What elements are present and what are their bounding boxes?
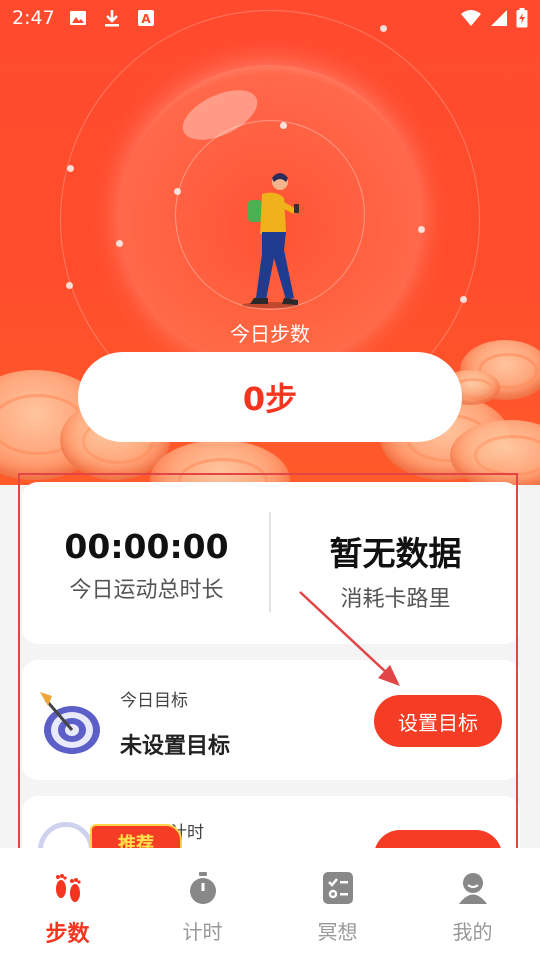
nav-label-profile: 我的 xyxy=(452,920,493,944)
nav-item-meditation[interactable]: 冥想 xyxy=(270,848,405,960)
steps-count: 0步 xyxy=(242,380,298,418)
svg-text:A: A xyxy=(141,12,151,26)
steps-count-pill: 0步 xyxy=(78,352,462,442)
set-goal-button[interactable]: 设置目标 xyxy=(374,695,502,747)
user-icon xyxy=(455,870,491,906)
status-right-icons xyxy=(460,8,528,28)
duration-stat: 00:00:00 今日运动总时长 xyxy=(22,527,271,604)
sparkle-dot xyxy=(460,296,467,303)
wifi-icon xyxy=(461,10,481,26)
goal-subtitle: 今日目标 xyxy=(120,691,188,711)
sparkle-dot xyxy=(174,188,181,195)
nav-label-timer: 计时 xyxy=(182,920,223,944)
calories-stat: 暂无数据 消耗卡路里 xyxy=(271,527,520,613)
calories-value: 暂无数据 xyxy=(329,534,462,573)
status-time: 2:47 xyxy=(12,7,55,29)
nav-item-profile[interactable]: 我的 xyxy=(405,848,540,960)
sparkle-dot xyxy=(67,165,74,172)
download-icon xyxy=(103,9,121,27)
today-steps-label: 今日步数 xyxy=(230,322,310,346)
goal-title: 未设置目标 xyxy=(120,734,231,759)
checklist-icon xyxy=(320,870,356,906)
nav-label-steps: 步数 xyxy=(45,922,90,947)
image-icon xyxy=(69,9,87,27)
sparkle-dot xyxy=(280,122,287,129)
a-icon: A xyxy=(137,9,155,27)
walking-person-illustration xyxy=(242,173,299,308)
sparkle-dot xyxy=(116,240,123,247)
status-bar: 2:47 A xyxy=(0,0,540,36)
nav-item-timer[interactable]: 计时 xyxy=(135,848,270,960)
sparkle-dot xyxy=(66,282,73,289)
bottom-nav: 步数 计时 冥想 我的 xyxy=(0,848,540,960)
battery-icon xyxy=(516,8,528,28)
duration-label: 今日运动总时长 xyxy=(69,578,224,603)
nav-item-steps[interactable]: 步数 xyxy=(0,848,135,960)
stats-card: 00:00:00 今日运动总时长 暂无数据 消耗卡路里 xyxy=(22,482,520,644)
duration-value: 00:00:00 xyxy=(64,527,229,566)
coin-decoration xyxy=(150,440,290,485)
target-icon xyxy=(40,692,100,754)
calories-label: 消耗卡路里 xyxy=(340,587,451,612)
nav-label-meditation: 冥想 xyxy=(317,920,358,944)
goal-card: 今日目标 未设置目标 设置目标 xyxy=(22,660,520,780)
signal-icon xyxy=(491,10,507,26)
sparkle-dot xyxy=(418,226,425,233)
stopwatch-icon xyxy=(185,870,221,906)
footprints-icon xyxy=(50,870,86,906)
